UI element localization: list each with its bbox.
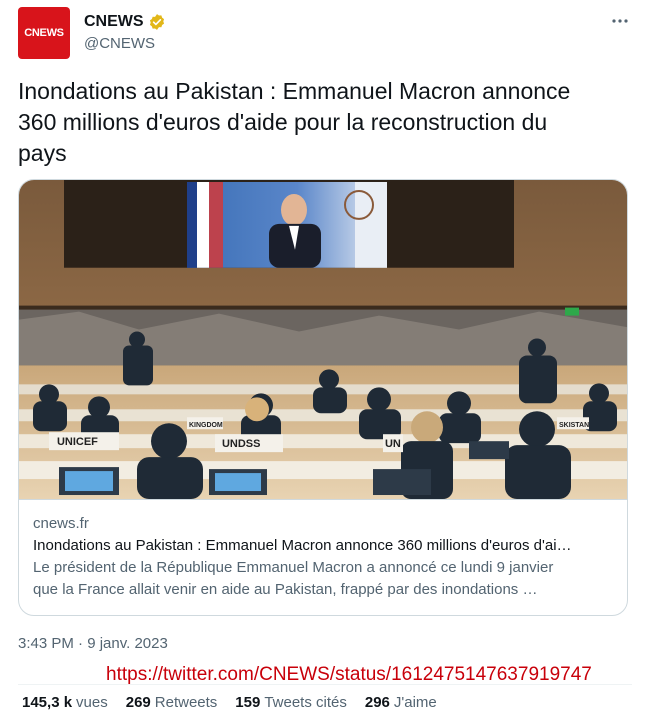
tweet-timestamp[interactable]: 3:43 PM · 9 janv. 2023 [18,635,168,652]
stat-likes[interactable]: 296 J'aime [365,694,437,711]
stat-views[interactable]: 145,3 k vues [22,694,108,711]
avatar-logo-text: CNEWS [24,27,64,39]
author-block: CNEWS @CNEWS [84,11,166,52]
tweet-header: CNEWS CNEWS @CNEWS [18,7,632,63]
divider [18,684,632,685]
stat-label: Tweets cités [264,694,347,711]
sign-unicef: UNICEF [57,436,98,448]
card-description: Le président de la République Emmanuel M… [33,557,618,601]
card-body[interactable]: cnews.fr Inondations au Pakistan : Emman… [33,513,618,601]
handle[interactable]: @CNEWS [84,35,166,52]
sign-kingdom: KINGDOM [189,422,223,429]
stat-label: Retweets [154,694,218,711]
stat-retweets[interactable]: 269 Retweets [126,694,218,711]
stat-label: J'aime [393,694,437,711]
card-title: Inondations au Pakistan : Emmanuel Macro… [33,537,572,554]
card-description-line: que la France allait venir en aide au Pa… [33,581,538,598]
link-card[interactable]: UNICEF UNDSS KINGDOM UN SKISTAN cnews.fr… [18,179,628,616]
stat-count: 296 [364,694,390,711]
tweet-text-line: Inondations au Pakistan : Emmanuel Macro… [18,78,571,104]
verified-badge-icon [149,14,164,30]
sign-pakistan: SKISTAN [559,422,589,429]
tweet-text: Inondations au Pakistan : Emmanuel Macro… [18,76,628,169]
tweet-text-line: pays [18,140,67,166]
card-description-line: Le président de la République Emmanuel M… [33,559,554,576]
card-image[interactable]: UNICEF UNDSS KINGDOM UN SKISTAN [19,180,628,500]
stat-quote-tweets[interactable]: 159 Tweets cités [235,694,347,711]
sign-un: UN [385,438,401,450]
stat-count: 159 [235,694,261,711]
display-name[interactable]: CNEWS [84,13,144,31]
source-url-overlay: https://twitter.com/CNEWS/status/1612475… [106,664,592,685]
avatar[interactable]: CNEWS [18,7,70,59]
stat-count: 145,3 k [22,694,73,711]
card-domain: cnews.fr [33,515,89,532]
sign-undss: UNDSS [222,438,260,450]
stat-count: 269 [125,694,151,711]
engagement-stats: 145,3 k vues 269 Retweets 159 Tweets cit… [22,694,455,711]
more-options-icon[interactable] [608,9,632,33]
stat-label: vues [76,694,108,711]
tweet-text-line: 360 millions d'euros d'aide pour la reco… [18,109,548,135]
